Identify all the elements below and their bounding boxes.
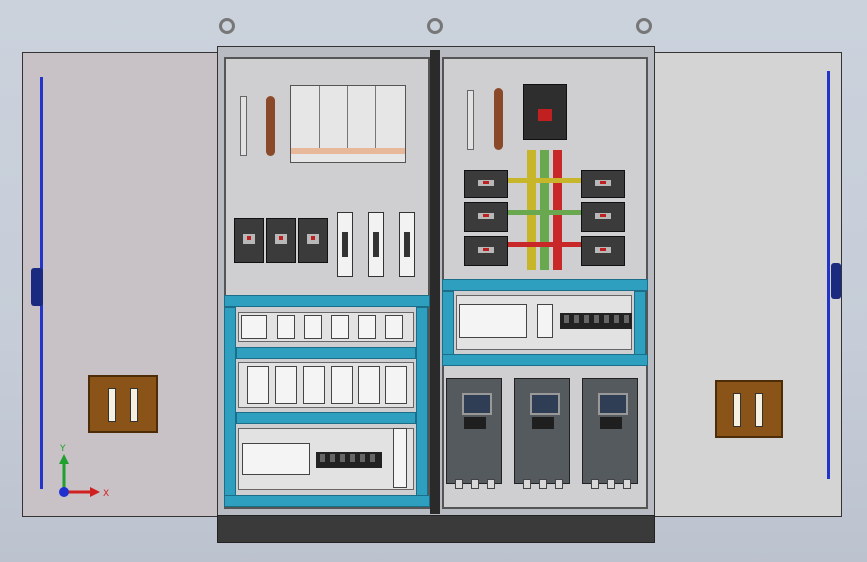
right-door-handle[interactable] [831, 263, 841, 299]
cable-tray-vertical [416, 307, 428, 497]
z-axis-dot [59, 487, 69, 497]
variable-frequency-drive[interactable] [582, 378, 638, 489]
x-axis-label: X [103, 489, 109, 499]
main-circuit-breaker[interactable] [523, 84, 567, 140]
cabinet-divider [430, 50, 440, 514]
variable-frequency-drive[interactable] [446, 378, 502, 489]
busbar-rung [505, 178, 585, 183]
contactor[interactable] [358, 366, 380, 404]
lifting-eye-icon [427, 18, 443, 34]
busbar-rung [505, 242, 585, 247]
fuse-holder[interactable] [337, 212, 353, 277]
cabinet-plinth [217, 515, 655, 543]
cable-tray-horizontal [442, 354, 648, 366]
circuit-breaker[interactable] [464, 236, 508, 266]
y-axis-arrow [59, 454, 69, 464]
right-door-wood-block [715, 380, 783, 438]
circuit-breaker[interactable] [298, 218, 328, 263]
relay-module[interactable] [241, 315, 267, 339]
cable-tray-horizontal [224, 295, 430, 307]
variable-frequency-drive[interactable] [514, 378, 570, 489]
copper-busbar [266, 96, 275, 156]
right-door[interactable] [648, 52, 842, 517]
contactor[interactable] [303, 366, 325, 404]
fuse-holder[interactable] [368, 212, 384, 277]
lifting-eye-icon [636, 18, 652, 34]
contactor[interactable] [247, 366, 269, 404]
circuit-breaker[interactable] [266, 218, 296, 263]
contactor[interactable] [275, 366, 297, 404]
fuse-holder[interactable] [399, 212, 415, 277]
power-supply-module[interactable] [393, 428, 407, 488]
circuit-breaker[interactable] [581, 170, 625, 198]
cable-tray-horizontal [224, 495, 430, 507]
circuit-breaker[interactable] [234, 218, 264, 263]
circuit-breaker[interactable] [581, 236, 625, 266]
cable-tray-horizontal [236, 347, 416, 359]
contactor[interactable] [385, 366, 407, 404]
y-axis-label: Y [59, 444, 66, 454]
busbar-rung [505, 210, 585, 215]
terminal-block [316, 452, 382, 468]
terminal-strip-vertical [240, 96, 247, 156]
terminal-strip-vertical [467, 90, 474, 150]
cable-tray-horizontal [236, 412, 416, 424]
cable-tray-horizontal [442, 279, 648, 291]
relay-module[interactable] [304, 315, 322, 339]
right-door-latch-rod [827, 71, 830, 479]
copper-busbar [494, 88, 503, 150]
left-door-handle[interactable] [31, 268, 43, 306]
relay-module[interactable] [277, 315, 295, 339]
power-supply-module[interactable] [537, 304, 553, 338]
x-axis-arrow [90, 487, 100, 497]
axis-triad-icon: Y X [59, 444, 109, 499]
circuit-breaker[interactable] [581, 202, 625, 232]
left-door-wood-block [88, 375, 158, 433]
relay-module[interactable] [358, 315, 376, 339]
contactor[interactable] [331, 366, 353, 404]
relay-module[interactable] [385, 315, 403, 339]
cable-tray-vertical [224, 307, 236, 497]
plc-controller[interactable] [459, 304, 527, 338]
circuit-breaker[interactable] [464, 170, 508, 198]
lifting-eye-icon [219, 18, 235, 34]
relay-module[interactable] [331, 315, 349, 339]
main-distribution-block [290, 85, 406, 163]
circuit-breaker[interactable] [464, 202, 508, 232]
plc-controller[interactable] [242, 443, 310, 475]
terminal-block [560, 313, 632, 329]
